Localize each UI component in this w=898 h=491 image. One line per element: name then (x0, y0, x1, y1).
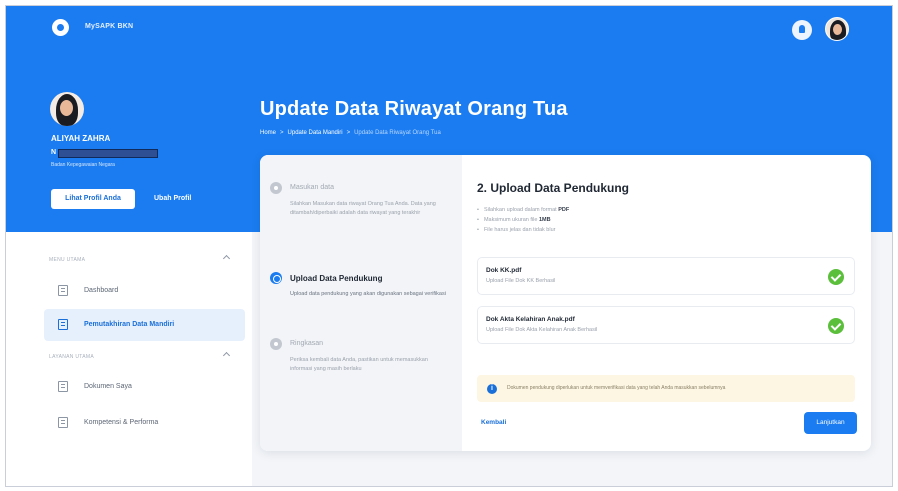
step-indicator-icon (270, 272, 282, 284)
requirement-item: File harus jelas dan tidak blur (477, 225, 569, 235)
step-title: Ringkasan (290, 340, 324, 347)
file-name: Dok Akta Kelahiran Anak.pdf (486, 316, 575, 323)
step-title: Masukan data (290, 184, 334, 191)
check-circle-icon (828, 269, 844, 285)
breadcrumb-update-data[interactable]: Update Data Mandiri (288, 130, 343, 136)
file-status: Upload File Dok KK Berhasil (486, 278, 556, 284)
sidebar-item-kompetensi[interactable]: Kompetensi & Performa (44, 407, 245, 439)
user-nip-redacted (58, 149, 158, 158)
notification-bell-icon[interactable] (792, 20, 812, 40)
step-indicator-icon (270, 182, 282, 194)
document-icon (58, 285, 68, 296)
user-avatar-small[interactable] (825, 17, 849, 41)
top-bar: MySAPK BKN (6, 6, 892, 50)
chevron-up-icon[interactable] (223, 351, 230, 358)
document-icon (58, 319, 68, 330)
breadcrumb-current: Update Data Riwayat Orang Tua (354, 130, 441, 136)
step-description: Upload data pendukung yang akan digunaka… (290, 291, 446, 297)
requirement-item: Maksimum ukuran file 1MB (477, 215, 569, 225)
chart-icon (58, 417, 68, 428)
sidebar-item-dokumen-saya[interactable]: Dokumen Saya (44, 371, 245, 403)
breadcrumb-home[interactable]: Home (260, 130, 276, 136)
info-icon: i (487, 384, 497, 394)
edit-profile-button[interactable]: Ubah Profil (154, 190, 191, 208)
info-notice: i Dokumen pendukung diperlukan untuk mem… (477, 375, 855, 402)
step-title: Upload Data Pendukung (290, 274, 383, 283)
stepper: Masukan data Silahkan Masukan data riway… (260, 155, 462, 451)
user-unit: Badan Kepegawaian Negara (51, 162, 115, 168)
app-name: MySAPK BKN (85, 23, 134, 30)
notice-text: Dokumen pendukung diperlukan untuk memve… (507, 385, 726, 391)
requirement-item: Silahkan upload dalam format PDF (477, 205, 569, 215)
app-window: MySAPK BKN ALIYAH ZAHRA N Badan Kepegawa… (5, 5, 893, 487)
step-indicator-icon (270, 338, 282, 350)
sidebar: MENU UTAMA Dashboard Pemutakhiran Data M… (6, 232, 252, 486)
app-logo-icon[interactable] (52, 19, 69, 36)
page-title: Update Data Riwayat Orang Tua (260, 98, 568, 120)
chevron-up-icon[interactable] (223, 254, 230, 261)
form-card: Masukan data Silahkan Masukan data riway… (260, 155, 871, 451)
sidebar-item-pemutakhiran-data[interactable]: Pemutakhiran Data Mandiri (44, 309, 245, 341)
sidebar-item-label: Pemutakhiran Data Mandiri (84, 321, 175, 328)
sidebar-item-label: Kompetensi & Performa (84, 419, 159, 426)
check-circle-icon (828, 318, 844, 334)
uploaded-file-kk[interactable]: Dok KK.pdf Upload File Dok KK Berhasil (477, 257, 855, 295)
user-nip-prefix: N (51, 149, 57, 156)
step-description: Periksa kembali data Anda, pastikan untu… (290, 357, 428, 372)
user-name: ALIYAH ZAHRA (51, 134, 111, 143)
folder-icon (58, 381, 68, 392)
sidebar-section-services-label: LAYANAN UTAMA (49, 354, 95, 360)
file-status: Upload File Dok Akta Kelahiran Anak Berh… (486, 327, 598, 333)
user-avatar (50, 92, 84, 126)
file-name: Dok KK.pdf (486, 267, 522, 274)
sidebar-section-main-label: MENU UTAMA (49, 257, 86, 263)
requirements-list: Silahkan upload dalam format PDF Maksimu… (477, 205, 569, 235)
sidebar-item-label: Dokumen Saya (84, 383, 132, 390)
back-button[interactable]: Kembali (481, 419, 506, 426)
sidebar-item-dashboard[interactable]: Dashboard (44, 275, 245, 307)
breadcrumb: Home > Update Data Mandiri > Update Data Riw… (260, 130, 441, 136)
upload-panel: 2. Upload Data Pendukung Silahkan upload… (462, 155, 871, 451)
uploaded-file-akta[interactable]: Dok Akta Kelahiran Anak.pdf Upload File … (477, 306, 855, 344)
view-profile-button[interactable]: Lihat Profil Anda (51, 189, 135, 209)
step-description: Silahkan Masukan data riwayat Orang Tua … (290, 201, 436, 216)
upload-title: 2. Upload Data Pendukung (477, 181, 630, 195)
next-button[interactable]: Lanjutkan (804, 412, 857, 434)
sidebar-item-label: Dashboard (84, 287, 119, 294)
